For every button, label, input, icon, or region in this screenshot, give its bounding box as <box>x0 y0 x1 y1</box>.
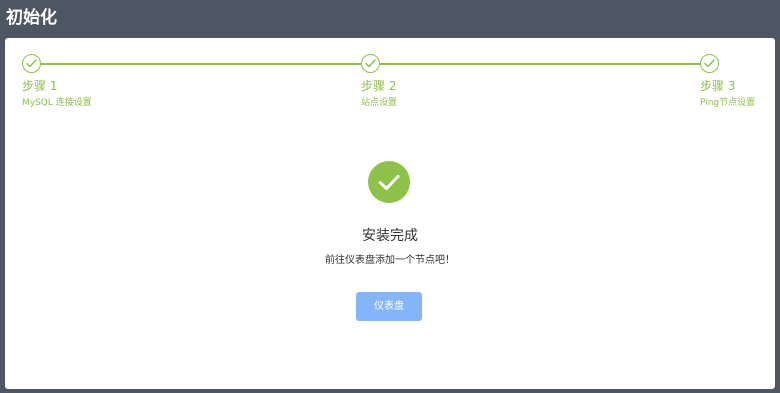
step-2-description: 站点设置 <box>361 98 398 108</box>
result-subtitle: 前往仪表盘添加一个节点吧！ <box>325 255 455 266</box>
init-card: 步骤 1 MySQL 连接设置 步骤 2 站点设置 步骤 3 Ping节点设置 … <box>5 38 775 389</box>
check-icon <box>704 59 715 68</box>
check-icon <box>365 59 376 68</box>
step-1-description: MySQL 连接设置 <box>22 98 92 108</box>
step-2-circle <box>361 54 380 73</box>
step-1-title: 步骤 1 <box>22 79 58 93</box>
step-1-circle <box>22 54 41 73</box>
step-connector-1 <box>41 63 361 65</box>
check-icon <box>378 174 400 190</box>
dashboard-button[interactable]: 仪表盘 <box>356 292 422 321</box>
step-3-description: Ping节点设置 <box>700 98 756 108</box>
page-title: 初始化 <box>6 8 57 28</box>
step-2-title: 步骤 2 <box>361 79 397 93</box>
step-2: 步骤 2 站点设置 <box>361 54 397 108</box>
result-title: 安装完成 <box>362 228 418 244</box>
step-3-circle <box>700 54 719 73</box>
check-icon <box>26 59 37 68</box>
step-3-title: 步骤 3 <box>700 79 736 93</box>
step-1: 步骤 1 MySQL 连接设置 <box>22 54 92 108</box>
step-3: 步骤 3 Ping节点设置 <box>700 54 755 108</box>
step-connector-2 <box>380 63 701 65</box>
check-circle-icon <box>368 161 410 203</box>
